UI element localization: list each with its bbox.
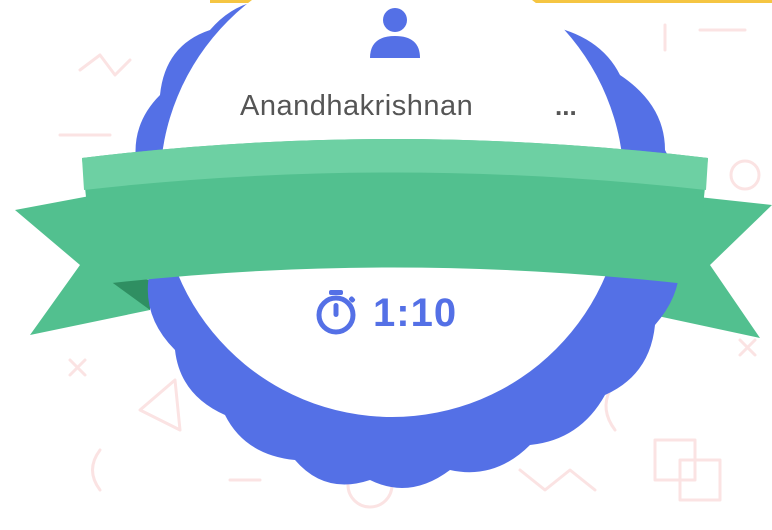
name-overflow-indicator: ... [555,91,577,121]
result-badge-screen: Anandhakrishnan ... 1:10 [0,0,772,530]
player-name: Anandhakrishnan [240,90,474,122]
timer-value: 1:10 [373,291,458,335]
badge-graphic [15,0,772,489]
user-icon [370,8,420,58]
stopwatch-icon [316,290,356,335]
